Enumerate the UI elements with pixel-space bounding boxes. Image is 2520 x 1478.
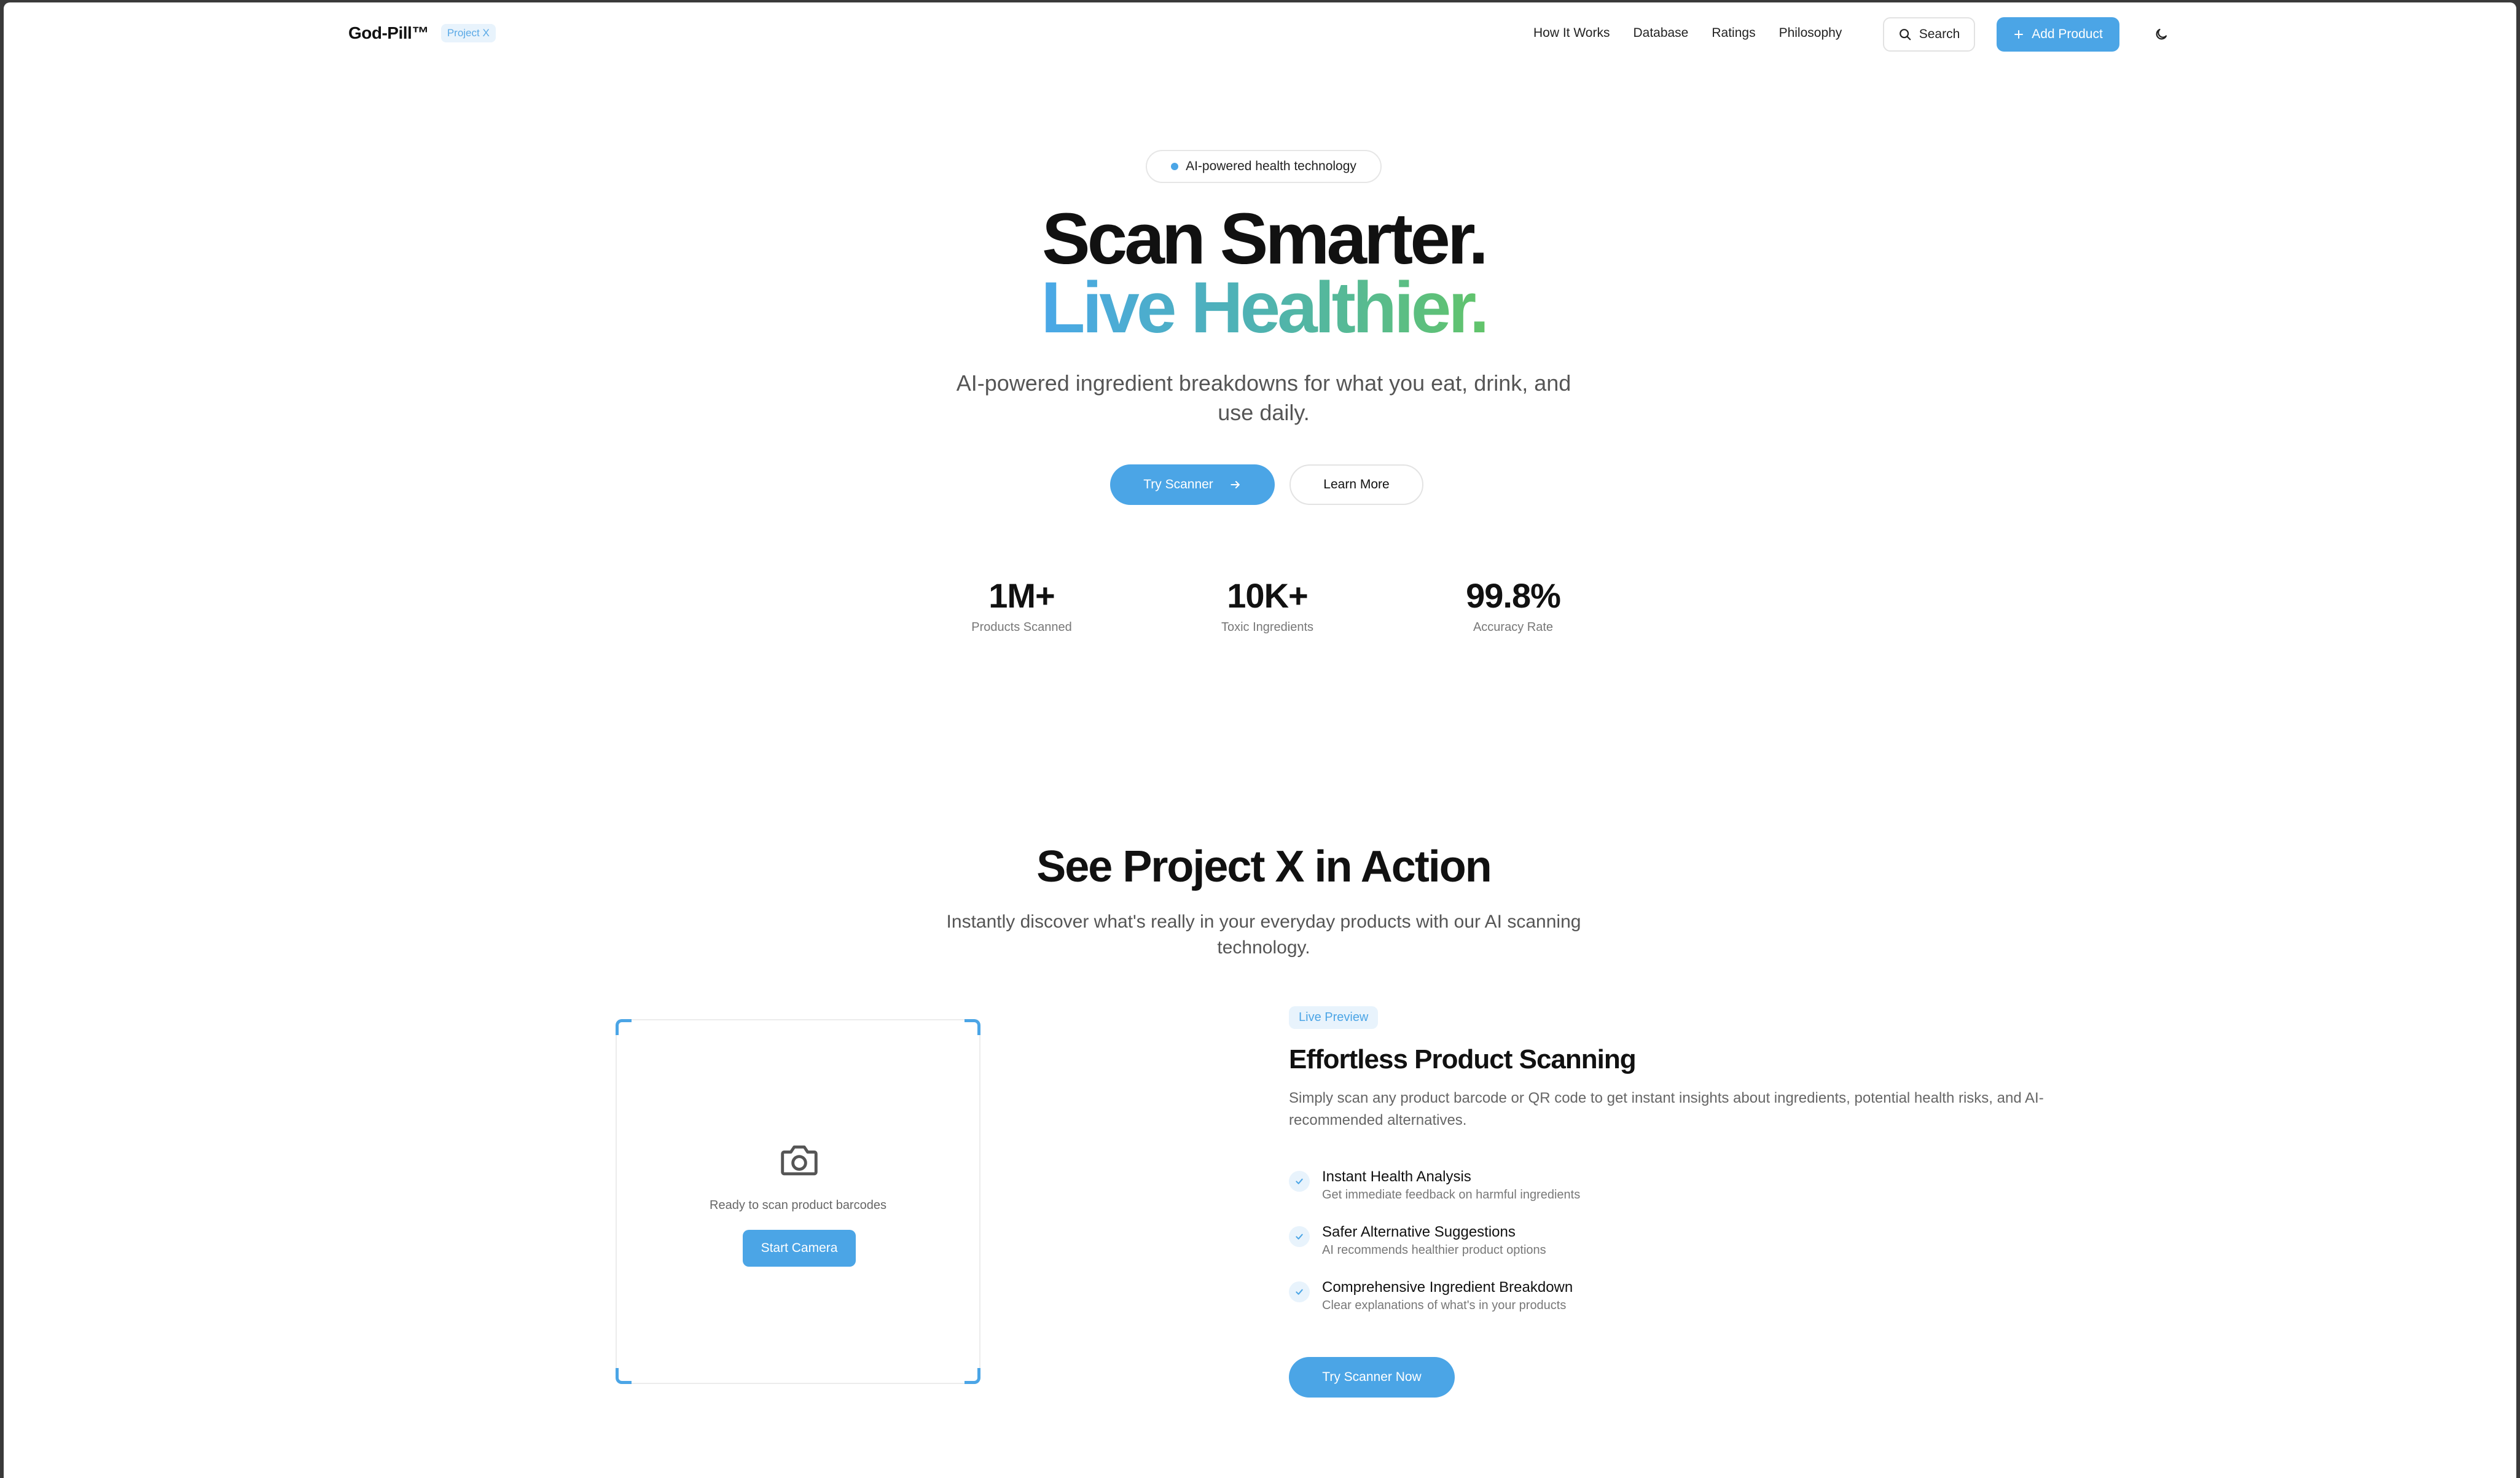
top-navbar: God-Pill™ Project X How It Works Databas… [4, 2, 2516, 64]
stat-value: 10K+ [1227, 576, 1308, 615]
nav-link-database[interactable]: Database [1633, 26, 1688, 41]
nav-links: How It Works Database Ratings Philosophy [1533, 26, 1842, 41]
stat-products-scanned: 1M+ Products Scanned [936, 576, 1108, 635]
hero-title-gradient-wrap: Live Healthier. [4, 272, 2516, 344]
theme-toggle-button[interactable] [2150, 23, 2172, 45]
live-preview-badge: Live Preview [1289, 1006, 1379, 1029]
project-badge: Project X [440, 24, 496, 42]
search-button[interactable]: Search [1883, 17, 1975, 52]
add-product-label: Add Product [2032, 27, 2103, 41]
stat-label: Toxic Ingredients [1221, 620, 1314, 634]
hero-title-gradient: Live Healthier. [1041, 267, 1489, 348]
nav-link-philosophy[interactable]: Philosophy [1779, 26, 1842, 41]
scan-corner-bottom-left [616, 1368, 632, 1384]
stat-toxic-ingredients: 10K+ Toxic Ingredients [1181, 576, 1353, 635]
hero-tag-text: AI-powered health technology [1186, 159, 1356, 173]
feature-title: Effortless Product Scanning [1289, 1044, 1637, 1074]
moon-icon [2156, 28, 2167, 40]
arrow-right-icon [1231, 481, 1240, 488]
try-scanner-button[interactable]: Try Scanner [1110, 464, 1275, 505]
check-icon [1289, 1171, 1310, 1192]
hero-tag-pill: AI-powered health technology [1146, 150, 1382, 183]
stat-label: Products Scanned [971, 620, 1072, 634]
scan-corner-top-right [965, 1019, 980, 1035]
add-product-button[interactable]: Add Product [1997, 17, 2119, 52]
check-icon [1289, 1281, 1310, 1302]
stat-accuracy-rate: 99.8% Accuracy Rate [1427, 576, 1599, 635]
feature-description: Simply scan any product barcode or QR co… [1289, 1090, 2044, 1128]
plus-icon [2014, 30, 2024, 39]
nav-link-ratings[interactable]: Ratings [1712, 26, 1755, 41]
scan-corner-top-left [616, 1019, 632, 1035]
try-scanner-label: Try Scanner [1143, 477, 1213, 491]
section-title: See Project X in Action [1036, 842, 1492, 891]
feature-item-subtitle: Get immediate feedback on harmful ingred… [1322, 1188, 1581, 1202]
search-icon [1899, 29, 1911, 41]
stat-value: 1M+ [988, 576, 1055, 615]
browser-viewport: God-Pill™ Project X How It Works Databas… [4, 2, 2516, 1478]
search-button-label: Search [1919, 27, 1960, 41]
stat-value: 99.8% [1466, 576, 1561, 615]
scanner-preview: Ready to scan product barcodes Start Cam… [616, 1019, 980, 1384]
scan-corner-bottom-right [965, 1368, 980, 1384]
status-dot-icon [1171, 163, 1179, 170]
feature-item-title: Instant Health Analysis [1322, 1168, 1471, 1185]
learn-more-button[interactable]: Learn More [1289, 464, 1423, 505]
brand[interactable]: God-Pill™ Project X [348, 23, 496, 43]
scanner-status-text: Ready to scan product barcodes [710, 1198, 886, 1212]
brand-name[interactable]: God-Pill™ [348, 23, 429, 43]
feature-item-subtitle: AI recommends healthier product options [1322, 1243, 1546, 1257]
camera-icon [781, 1145, 818, 1176]
feature-item-title: Comprehensive Ingredient Breakdown [1322, 1279, 1573, 1296]
try-scanner-now-button[interactable]: Try Scanner Now [1289, 1357, 1455, 1398]
feature-item-subtitle: Clear explanations of what's in your pro… [1322, 1299, 1567, 1312]
hero-subtitle: AI-powered ingredient breakdowns for wha… [956, 370, 1571, 425]
stat-label: Accuracy Rate [1473, 620, 1554, 634]
check-icon [1289, 1226, 1310, 1247]
start-camera-button[interactable]: Start Camera [743, 1230, 856, 1267]
nav-link-how-it-works[interactable]: How It Works [1533, 26, 1610, 41]
hero-title: Scan Smarter. [1041, 198, 1489, 280]
section-subtitle: Instantly discover what's really in your… [946, 912, 1581, 958]
feature-item-title: Safer Alternative Suggestions [1322, 1224, 1516, 1240]
